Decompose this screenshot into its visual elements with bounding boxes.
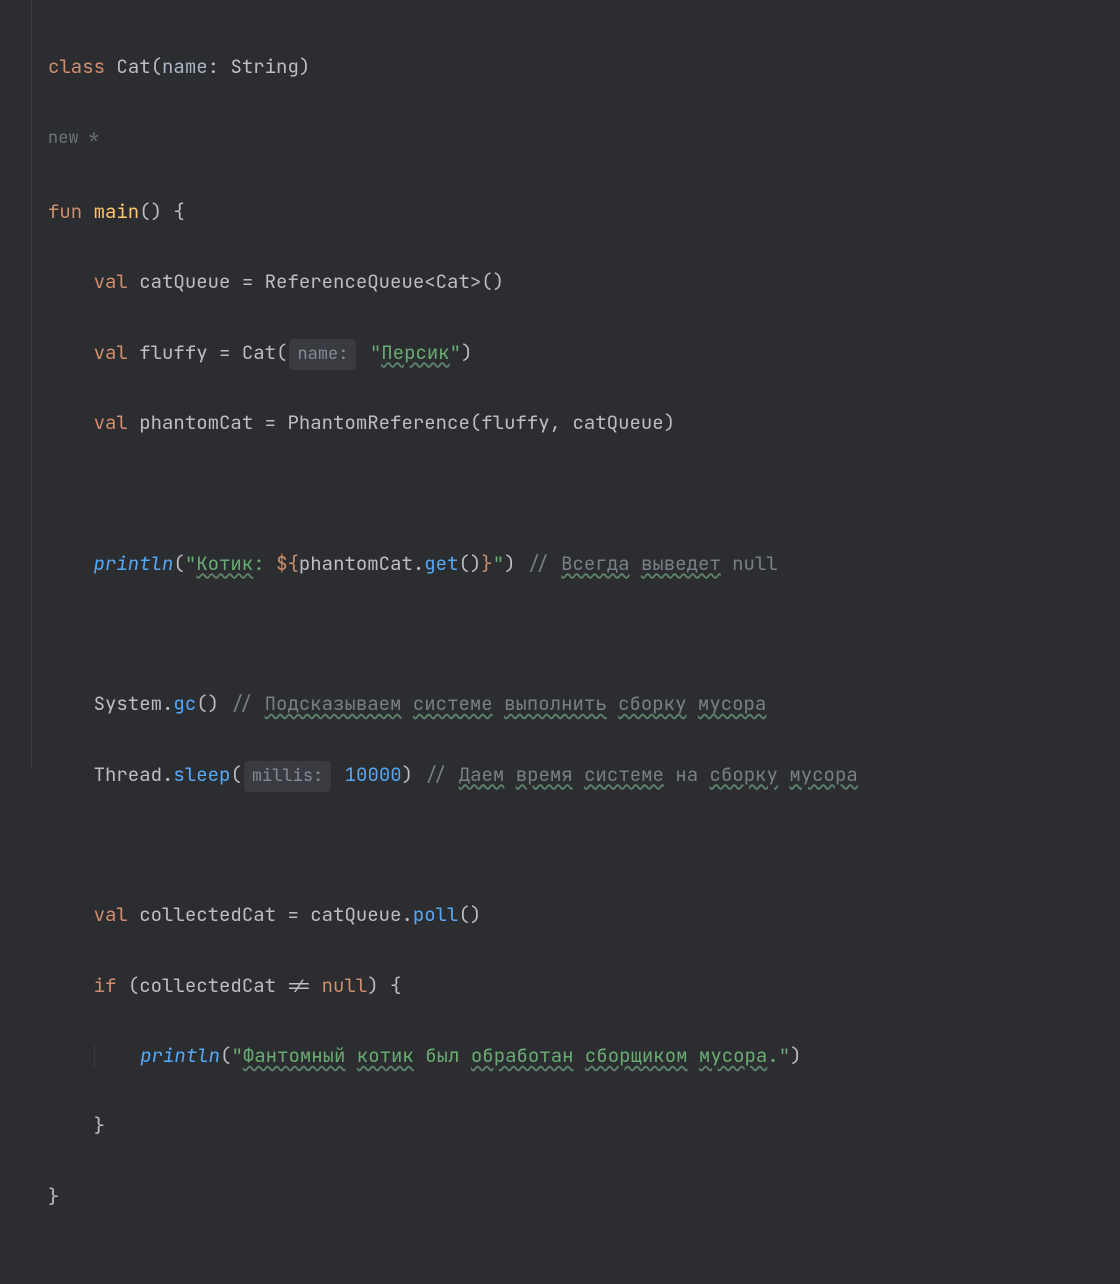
comment-word: сборку [618, 691, 686, 716]
comment-word: системе [413, 691, 493, 716]
code-line: val fluffy = Cat(name: "Персик") [48, 335, 858, 370]
string-persik: Персик [381, 340, 449, 365]
expr-phantomcat: phantomCat. [299, 551, 424, 576]
var-catqueue: catQueue [139, 269, 230, 294]
comment-word: Даем [459, 762, 505, 787]
obj-system: System. [94, 691, 174, 716]
var-phantomcat: phantomCat [139, 410, 253, 435]
keyword-class: class [48, 54, 105, 79]
call-poll: poll [413, 902, 459, 927]
code-line [48, 827, 858, 862]
keyword-val: val [94, 410, 128, 435]
equals: = [287, 902, 298, 927]
code-line [48, 616, 858, 651]
comment-word: мусора [789, 762, 857, 787]
fn-main: main [94, 199, 140, 224]
var-collectedcat: collectedCat [139, 902, 276, 927]
string-kotik: Котик [196, 551, 253, 576]
equals: = [242, 269, 253, 294]
string-word: был [414, 1043, 471, 1068]
code-line: fun main() { [48, 194, 858, 229]
code-area[interactable]: class Cat(name: String) new * fun main()… [32, 0, 858, 768]
string-colon: : [253, 551, 276, 576]
string-word: обработан [471, 1043, 574, 1068]
keyword-val: val [94, 902, 128, 927]
inlay-hint-name: name: [289, 339, 356, 370]
comment-slashes: // [230, 691, 264, 716]
code-line: System.gc() // Подсказываем системе выпо… [48, 686, 858, 721]
comment-null: null [721, 551, 778, 576]
comment-slashes: // [527, 551, 561, 576]
string-word: Фантомный [243, 1043, 346, 1068]
comment-word: сборку [710, 762, 778, 787]
code-line: } [48, 1108, 858, 1143]
code-line: } [48, 1179, 858, 1214]
comment-word: на [664, 762, 710, 787]
comment-word: Всегда [561, 551, 629, 576]
var-fluffy: fluffy [139, 340, 207, 365]
comment-word: время [516, 762, 573, 787]
template-open: ${ [276, 551, 299, 576]
comment-word: выведет [641, 551, 721, 576]
comment-word: выполнить [504, 691, 607, 716]
code-line: Thread.sleep(millis: 10000) // Даем врем… [48, 757, 858, 792]
gutter [0, 0, 32, 768]
param-name: name [162, 54, 208, 79]
comment-slashes: // [424, 762, 458, 787]
call-gc: gc [173, 691, 196, 716]
call-sleep: sleep [173, 762, 230, 787]
keyword-val: val [94, 269, 128, 294]
fn-println: println [94, 551, 174, 576]
number-10000: 10000 [345, 762, 402, 787]
code-line: println("Котик: ${phantomCat.get()}") //… [48, 546, 858, 581]
keyword-fun: fun [48, 199, 82, 224]
equals: = [219, 340, 230, 365]
equals: = [265, 410, 276, 435]
ctor-phantomref: PhantomReference [287, 410, 469, 435]
class-name: Cat [116, 54, 150, 79]
code-line: val collectedCat = catQueue.poll() [48, 897, 858, 932]
type-refqueue: ReferenceQueue [265, 269, 425, 294]
keyword-if: if [94, 973, 117, 998]
code-line: if (collectedCat != null) { [48, 968, 858, 1003]
keyword-val: val [94, 340, 128, 365]
param-type: String [230, 54, 298, 79]
arg-fluffy: fluffy [481, 410, 549, 435]
fn-println: println [140, 1043, 220, 1068]
comment-word: Подсказываем [265, 691, 402, 716]
code-line: val phantomCat = PhantomReference(fluffy… [48, 405, 858, 440]
cond-expr: collectedCat != [139, 973, 321, 998]
string-period: . [767, 1043, 778, 1068]
string-word: котик [357, 1043, 414, 1068]
comment-word: мусора [698, 691, 766, 716]
arg-catqueue: catQueue [572, 410, 663, 435]
code-editor[interactable]: class Cat(name: String) new * fun main()… [0, 0, 1120, 768]
code-line: val catQueue = ReferenceQueue<Cat>() [48, 264, 858, 299]
obj-catqueue: catQueue. [310, 902, 413, 927]
code-line: println("Фантомный котик был обработан с… [48, 1038, 858, 1073]
type-arg: Cat [436, 269, 470, 294]
keyword-null: null [322, 973, 368, 998]
call-get: get [424, 551, 458, 576]
string-word: мусора [699, 1043, 767, 1068]
ctor-cat: Cat [242, 340, 276, 365]
code-line [48, 475, 858, 510]
inlay-hint-millis: millis: [244, 761, 331, 792]
new-marker: new * [48, 123, 858, 154]
code-line: class Cat(name: String) [48, 49, 858, 84]
string-word: сборщиком [585, 1043, 688, 1068]
template-close: } [481, 551, 492, 576]
obj-thread: Thread. [94, 762, 174, 787]
comment-word: системе [584, 762, 664, 787]
